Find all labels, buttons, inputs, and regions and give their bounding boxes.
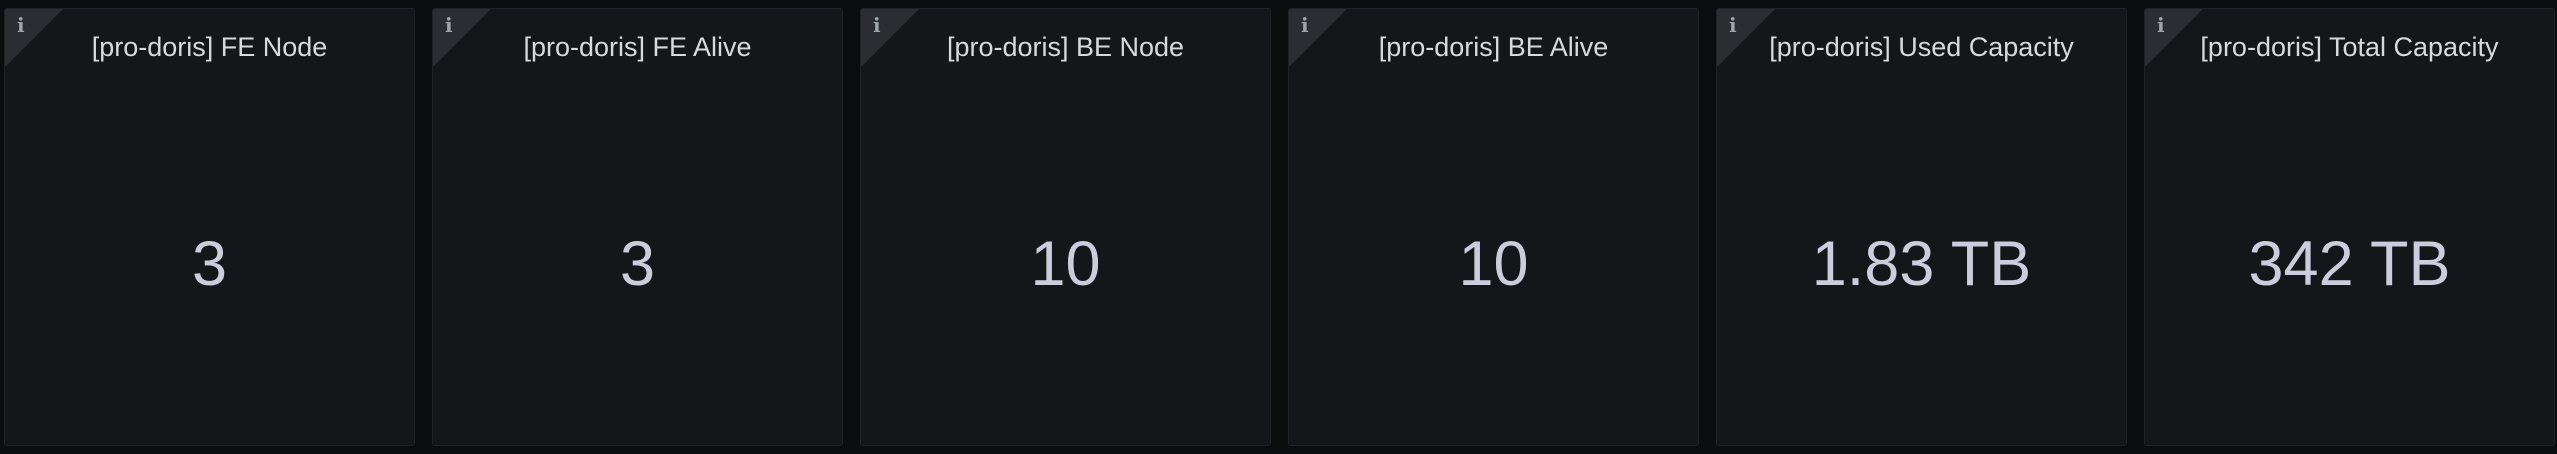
panel-title[interactable]: [pro-doris] BE Alive bbox=[1289, 27, 1698, 67]
stat-panel-fe-alive[interactable]: i [pro-doris] FE Alive 3 bbox=[432, 8, 843, 446]
panel-title[interactable]: [pro-doris] BE Node bbox=[861, 27, 1270, 67]
stat-value: 3 bbox=[619, 229, 656, 299]
stat-value: 3 bbox=[191, 229, 228, 299]
stat-value: 342 TB bbox=[2248, 229, 2451, 299]
stat-panel-fe-node[interactable]: i [pro-doris] FE Node 3 bbox=[4, 8, 415, 446]
stat-value: 10 bbox=[1030, 229, 1101, 299]
stat-panel-total-capacity[interactable]: i [pro-doris] Total Capacity 342 TB bbox=[2144, 8, 2555, 446]
stat-panel-be-alive[interactable]: i [pro-doris] BE Alive 10 bbox=[1288, 8, 1699, 446]
panel-title[interactable]: [pro-doris] FE Node bbox=[5, 27, 414, 67]
panel-title[interactable]: [pro-doris] FE Alive bbox=[433, 27, 842, 67]
stat-panel-be-node[interactable]: i [pro-doris] BE Node 10 bbox=[860, 8, 1271, 446]
panel-title[interactable]: [pro-doris] Total Capacity bbox=[2145, 27, 2554, 67]
stat-value: 1.83 TB bbox=[1811, 229, 2032, 299]
panel-title[interactable]: [pro-doris] Used Capacity bbox=[1717, 27, 2126, 67]
stat-panel-used-capacity[interactable]: i [pro-doris] Used Capacity 1.83 TB bbox=[1716, 8, 2127, 446]
stat-value: 10 bbox=[1458, 229, 1529, 299]
dashboard-grid: i [pro-doris] FE Node 3 i [pro-doris] FE… bbox=[0, 0, 2557, 454]
